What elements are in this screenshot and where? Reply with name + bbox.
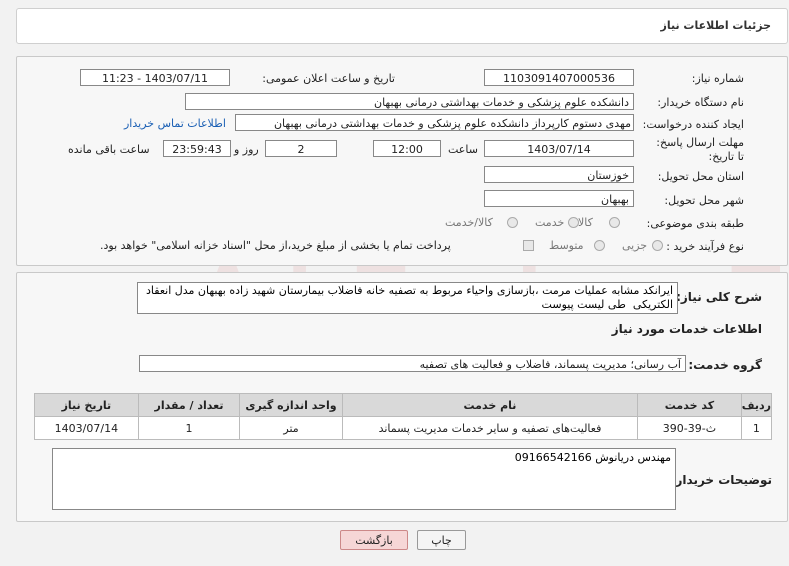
- requester-field: مهدی دستوم کارپرداز دانشکده علوم پزشکی و…: [235, 114, 634, 131]
- col-row-header: ردیف: [740, 393, 773, 417]
- buyer-org-field: دانشکده علوم پزشکی و خدمات بهداشتی درمان…: [185, 93, 634, 110]
- process-minor-radio[interactable]: [652, 240, 663, 251]
- contact-link[interactable]: اطلاعات تماس خریدار: [124, 117, 226, 130]
- col-name-header: نام خدمت: [341, 393, 639, 417]
- announce-field: 1403/07/11 - 11:23: [80, 69, 230, 86]
- days-label: روز و: [234, 143, 259, 156]
- services-heading: اطلاعات خدمات مورد نیاز: [611, 322, 762, 336]
- buyer-notes-label: توضیحات خریدار:: [670, 473, 772, 487]
- time-label: ساعت: [448, 143, 478, 156]
- need-number-label: شماره نیاز:: [691, 72, 744, 85]
- need-number-field: 1103091407000536: [484, 69, 634, 86]
- remaining-label: ساعت باقی مانده: [68, 143, 150, 156]
- cell-quantity: 1: [137, 416, 241, 440]
- province-field: خوزستان: [484, 166, 634, 183]
- buyer-org-label: نام دستگاه خریدار:: [657, 96, 744, 109]
- remaining-time-field: 23:59:43: [163, 140, 231, 157]
- category-goods-radio[interactable]: [609, 217, 620, 228]
- page-header: جزئیات اطلاعات نیاز: [16, 8, 788, 44]
- print-button[interactable]: چاپ: [417, 530, 466, 550]
- category-label: طبقه بندی موضوعی:: [646, 217, 744, 230]
- service-group-label: گروه خدمت:: [688, 358, 762, 372]
- cell-service-code: ث-39-390: [637, 416, 742, 440]
- cell-need-date: 1403/07/14: [34, 416, 139, 440]
- cell-unit: متر: [239, 416, 343, 440]
- process-medium-radio[interactable]: [594, 240, 605, 251]
- page-title: جزئیات اطلاعات نیاز: [660, 19, 772, 32]
- province-label: استان محل تحویل:: [657, 170, 744, 183]
- table-header-row: ردیف کد خدمت نام خدمت واحد اندازه گیری ت…: [34, 393, 773, 417]
- city-label: شهر محل تحویل:: [664, 194, 744, 207]
- payment-note: پرداخت تمام یا بخشی از مبلغ خرید،از محل …: [100, 239, 451, 252]
- process-minor-label: جزیی: [622, 239, 648, 252]
- treasury-checkbox[interactable]: [523, 240, 534, 251]
- category-both-label: کالا/خدمت: [445, 216, 493, 229]
- deadline-label: مهلت ارسال پاسخ: تا تاریخ:: [656, 136, 744, 163]
- process-label: نوع فرآیند خرید :: [666, 240, 744, 253]
- back-button[interactable]: بازگشت: [340, 530, 408, 550]
- cell-service-name: فعالیت‌های تصفیه و سایر خدمات مدیریت پسم…: [341, 416, 639, 440]
- category-goods-label: کالا: [578, 216, 593, 229]
- process-medium-label: متوسط: [549, 239, 584, 252]
- service-group-field: آب رسانی؛ مدیریت پسماند، فاضلاب و فعالیت…: [139, 355, 686, 372]
- category-service-label: خدمت: [535, 216, 565, 229]
- description-label: شرح کلی نیاز:: [676, 290, 762, 304]
- deadline-time-field: 12:00: [373, 140, 441, 157]
- col-date-header: تاریخ نیاز: [34, 393, 139, 417]
- category-service-radio[interactable]: [568, 217, 579, 228]
- requester-label: ایجاد کننده درخواست:: [642, 118, 744, 131]
- buyer-notes-textarea[interactable]: مهندس دریانوش 09166542166: [52, 448, 676, 510]
- cell-row-number: 1: [740, 416, 773, 440]
- category-both-radio[interactable]: [507, 217, 518, 228]
- table-row: 1 ث-39-390 فعالیت‌های تصفیه و سایر خدمات…: [34, 416, 773, 440]
- col-code-header: کد خدمت: [637, 393, 742, 417]
- days-field: 2: [265, 140, 337, 157]
- services-table: ردیف کد خدمت نام خدمت واحد اندازه گیری ت…: [34, 393, 773, 440]
- deadline-date-field: 1403/07/14: [484, 140, 634, 157]
- col-qty-header: تعداد / مقدار: [137, 393, 241, 417]
- col-unit-header: واحد اندازه گیری: [239, 393, 343, 417]
- city-field: بهبهان: [484, 190, 634, 207]
- announce-label: تاریخ و ساعت اعلان عمومی:: [262, 72, 395, 85]
- description-textarea[interactable]: ایرانکد مشابه عملیات مرمت ،بازسازی واحیا…: [137, 282, 678, 314]
